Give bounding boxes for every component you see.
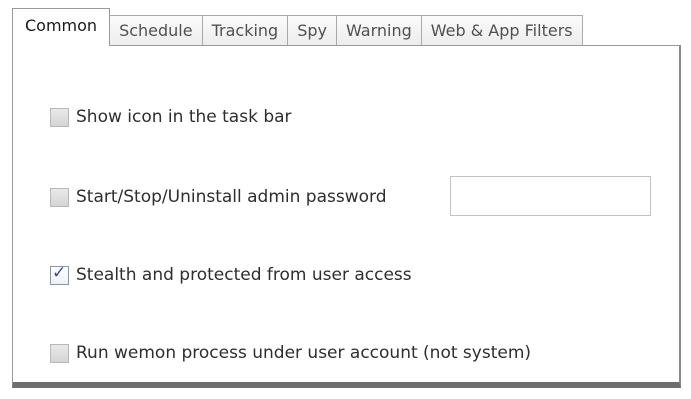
stealth-option[interactable]: ✓ Stealth and protected from user access <box>50 262 412 285</box>
show-icon-checkbox[interactable] <box>50 107 69 127</box>
admin-password-label: Start/Stop/Uninstall admin password <box>76 187 387 207</box>
tab-spy[interactable]: Spy <box>287 15 337 46</box>
stealth-checkbox[interactable]: ✓ <box>50 262 69 285</box>
common-tab-panel: Show icon in the task bar Start/Stop/Uni… <box>12 45 681 388</box>
tab-web-app-filters[interactable]: Web & App Filters <box>420 15 583 46</box>
admin-password-option[interactable]: Start/Stop/Uninstall admin password <box>50 187 387 207</box>
tab-warning[interactable]: Warning <box>335 15 422 46</box>
admin-password-checkbox[interactable] <box>50 187 69 207</box>
tab-tracking[interactable]: Tracking <box>201 15 289 46</box>
run-under-user-label: Run wemon process under user account (no… <box>76 343 532 363</box>
tab-strip: Common Schedule Tracking Spy Warning Web… <box>12 8 583 46</box>
run-under-user-option[interactable]: Run wemon process under user account (no… <box>50 343 531 363</box>
run-under-user-checkbox[interactable] <box>50 343 69 363</box>
tab-common[interactable]: Common <box>12 8 111 46</box>
settings-window: Common Schedule Tracking Spy Warning Web… <box>0 0 691 399</box>
show-icon-label: Show icon in the task bar <box>76 107 292 127</box>
admin-password-input[interactable] <box>450 176 651 216</box>
tab-schedule[interactable]: Schedule <box>109 15 203 46</box>
stealth-label: Stealth and protected from user access <box>76 265 412 285</box>
show-icon-option[interactable]: Show icon in the task bar <box>50 107 292 127</box>
check-icon: ✓ <box>52 262 67 283</box>
